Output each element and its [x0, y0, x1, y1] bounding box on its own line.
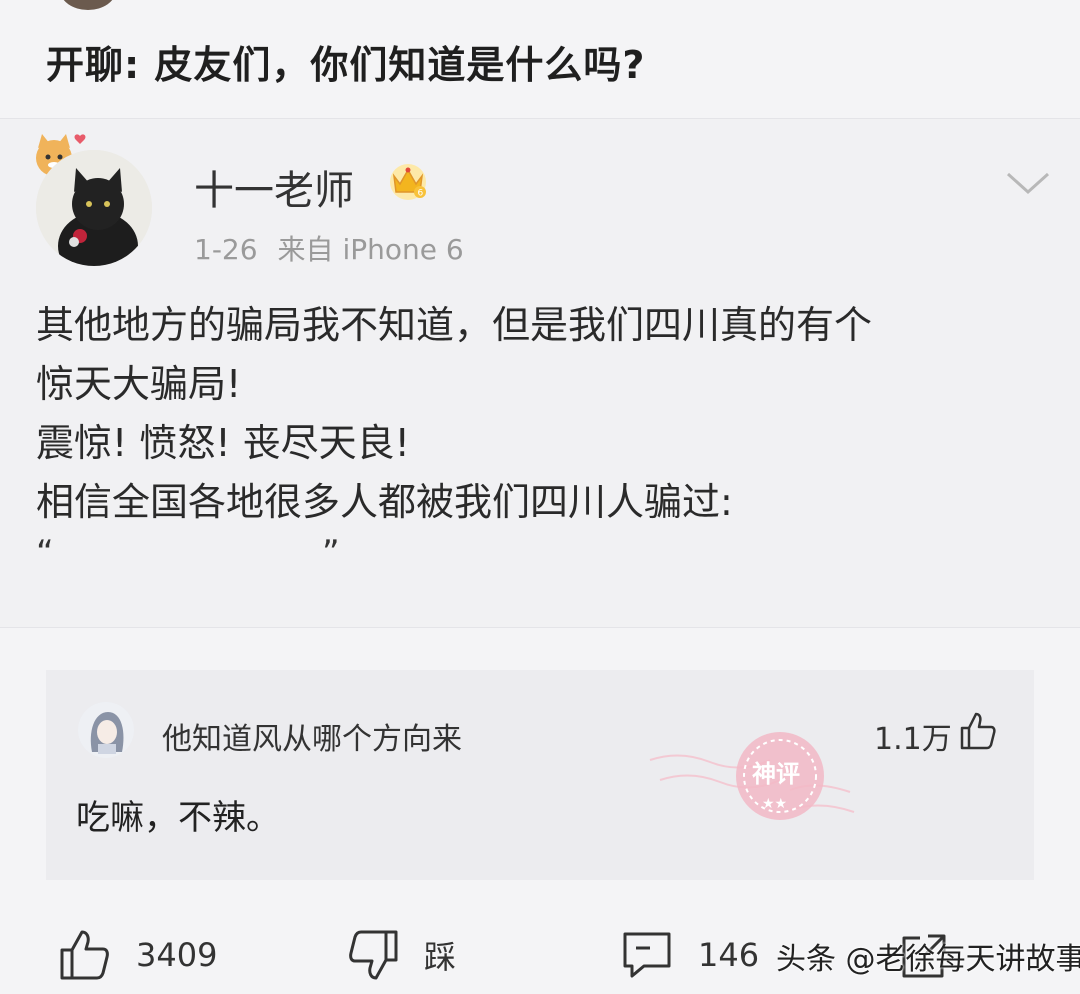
god-comment-stamp-icon: 神评 ★★ — [649, 732, 855, 820]
previous-avatar — [60, 0, 116, 10]
user-avatar[interactable] — [36, 150, 152, 266]
vip-crown-icon: 6 — [390, 164, 426, 200]
thumbs-down-icon — [349, 930, 398, 980]
quote-open: “ — [36, 533, 54, 573]
comment-bubble-icon — [623, 932, 671, 978]
chevron-down-icon[interactable] — [1004, 168, 1052, 198]
post-date: 1-26 — [194, 233, 258, 266]
post-username[interactable]: 十一老师 — [194, 158, 354, 216]
post-source: 来自 iPhone 6 — [277, 233, 464, 266]
anime-avatar-icon — [78, 702, 134, 758]
like-count: 3409 — [136, 936, 218, 974]
post-line: 相信全国各地很多人都被我们四川人骗过: — [36, 480, 733, 524]
post-meta: 1-26 来自 iPhone 6 — [194, 228, 464, 268]
comment-count: 146 — [698, 936, 760, 974]
comment-button[interactable]: 146 — [620, 928, 759, 982]
quoted-text: “ ” — [36, 532, 1036, 582]
top-comment[interactable] — [46, 670, 1034, 880]
commenter-avatar[interactable] — [78, 702, 134, 758]
comment-thumbs-up-icon[interactable] — [958, 710, 998, 752]
comment-like-count: 1.1万 — [874, 722, 952, 757]
black-cat-avatar-icon — [36, 150, 152, 266]
comment-text: 吃嘛，不辣。 — [76, 798, 280, 838]
quote-close: ” — [322, 533, 340, 573]
thumbs-up-icon — [60, 930, 109, 980]
dislike-button[interactable]: 踩 — [346, 928, 456, 982]
watermark: 头条 @老徐每天讲故事 — [776, 942, 1080, 977]
svg-text:★★: ★★ — [762, 796, 787, 812]
post-line: 其他地方的骗局我不知道，但是我们四川真的有个 — [36, 303, 873, 347]
stamp-label: 神评 — [752, 760, 800, 788]
topic-title: 开聊: 皮友们，你们知道是什么吗? — [46, 43, 646, 87]
post-line: 惊天大骗局! — [36, 362, 242, 406]
post-line: 震惊! 愤怒! 丧尽天良! — [36, 421, 410, 465]
svg-text:6: 6 — [418, 189, 424, 199]
dislike-label: 踩 — [424, 938, 457, 976]
post-body: 其他地方的骗局我不知道，但是我们四川真的有个 惊天大骗局! 震惊! 愤怒! 丧尽… — [36, 296, 1036, 582]
like-button[interactable]: 3409 — [58, 928, 217, 982]
commenter-username[interactable]: 他知道风从哪个方向来 — [162, 714, 462, 758]
